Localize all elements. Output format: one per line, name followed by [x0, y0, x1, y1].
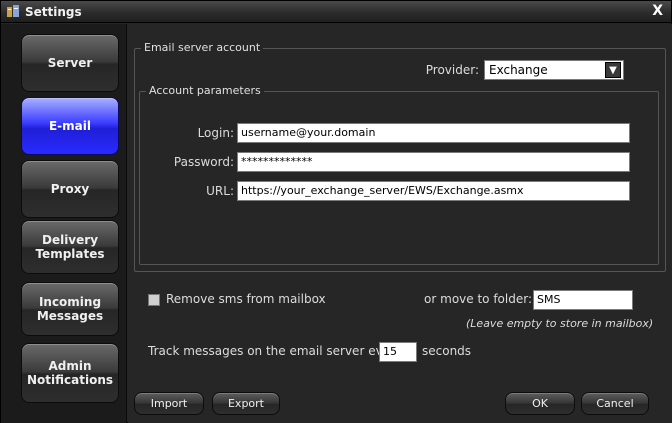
track-messages-label: Track messages on the email server every [148, 344, 403, 358]
move-folder-hint: (Leave empty to store in mailbox) [466, 317, 654, 330]
sidebar-item-label: Admin Notifications [26, 359, 114, 387]
sidebar-item-incoming-messages[interactable]: Incoming Messages [21, 282, 119, 336]
password-field[interactable]: ************* [237, 152, 630, 172]
remove-sms-checkbox[interactable] [148, 294, 160, 306]
cancel-button[interactable]: Cancel [581, 392, 649, 415]
move-folder-label: or move to folder: [424, 292, 532, 306]
sidebar-item-label: Server [47, 56, 93, 70]
sidebar-item-server[interactable]: Server [21, 34, 119, 92]
account-parameters-group: Account parameters Login: username@your.… [139, 84, 659, 265]
provider-label: Provider: [425, 63, 479, 77]
url-field[interactable]: https://your_exchange_server/EWS/Exchang… [237, 181, 630, 201]
sidebar-item-email[interactable]: E-mail [21, 97, 119, 155]
sidebar-item-admin-notifications[interactable]: Admin Notifications [21, 343, 119, 403]
settings-window: Settings X Server E-mail Proxy Delivery … [0, 0, 672, 423]
window-title: Settings [25, 5, 82, 19]
sidebar-item-label: Proxy [50, 182, 90, 196]
sidebar-item-delivery-templates[interactable]: Delivery Templates [21, 220, 119, 274]
email-settings-panel: Email server account Provider: Exchange … [128, 24, 672, 423]
provider-value: Exchange [489, 63, 548, 77]
sidebar-item-label: E-mail [48, 119, 91, 133]
chevron-down-icon[interactable]: ▼ [605, 62, 621, 78]
move-folder-field[interactable]: SMS [533, 290, 633, 310]
url-label: URL: [206, 184, 234, 198]
app-icon [7, 5, 19, 17]
login-label: Login: [197, 126, 234, 140]
sidebar-item-label: Delivery Templates [35, 233, 105, 261]
close-icon[interactable]: X [652, 3, 663, 19]
group-title: Account parameters [146, 84, 264, 97]
track-interval-field[interactable]: 15 [379, 342, 417, 362]
track-unit-label: seconds [422, 344, 472, 358]
sidebar-item-proxy[interactable]: Proxy [21, 160, 119, 218]
login-field[interactable]: username@your.domain [237, 123, 630, 143]
provider-select[interactable]: Exchange ▼ [484, 60, 624, 80]
export-button[interactable]: Export [212, 392, 280, 415]
group-title: Email server account [141, 41, 264, 54]
title-bar[interactable]: Settings X [1, 1, 671, 23]
remove-sms-label: Remove sms from mailbox [166, 292, 326, 306]
sidebar-item-label: Incoming Messages [36, 295, 104, 323]
ok-button[interactable]: OK [505, 392, 575, 415]
email-server-account-group: Email server account Provider: Exchange … [134, 41, 666, 272]
sidebar-nav: Server E-mail Proxy Delivery Templates I… [1, 24, 127, 423]
password-label: Password: [173, 155, 234, 169]
import-button[interactable]: Import [134, 392, 204, 415]
